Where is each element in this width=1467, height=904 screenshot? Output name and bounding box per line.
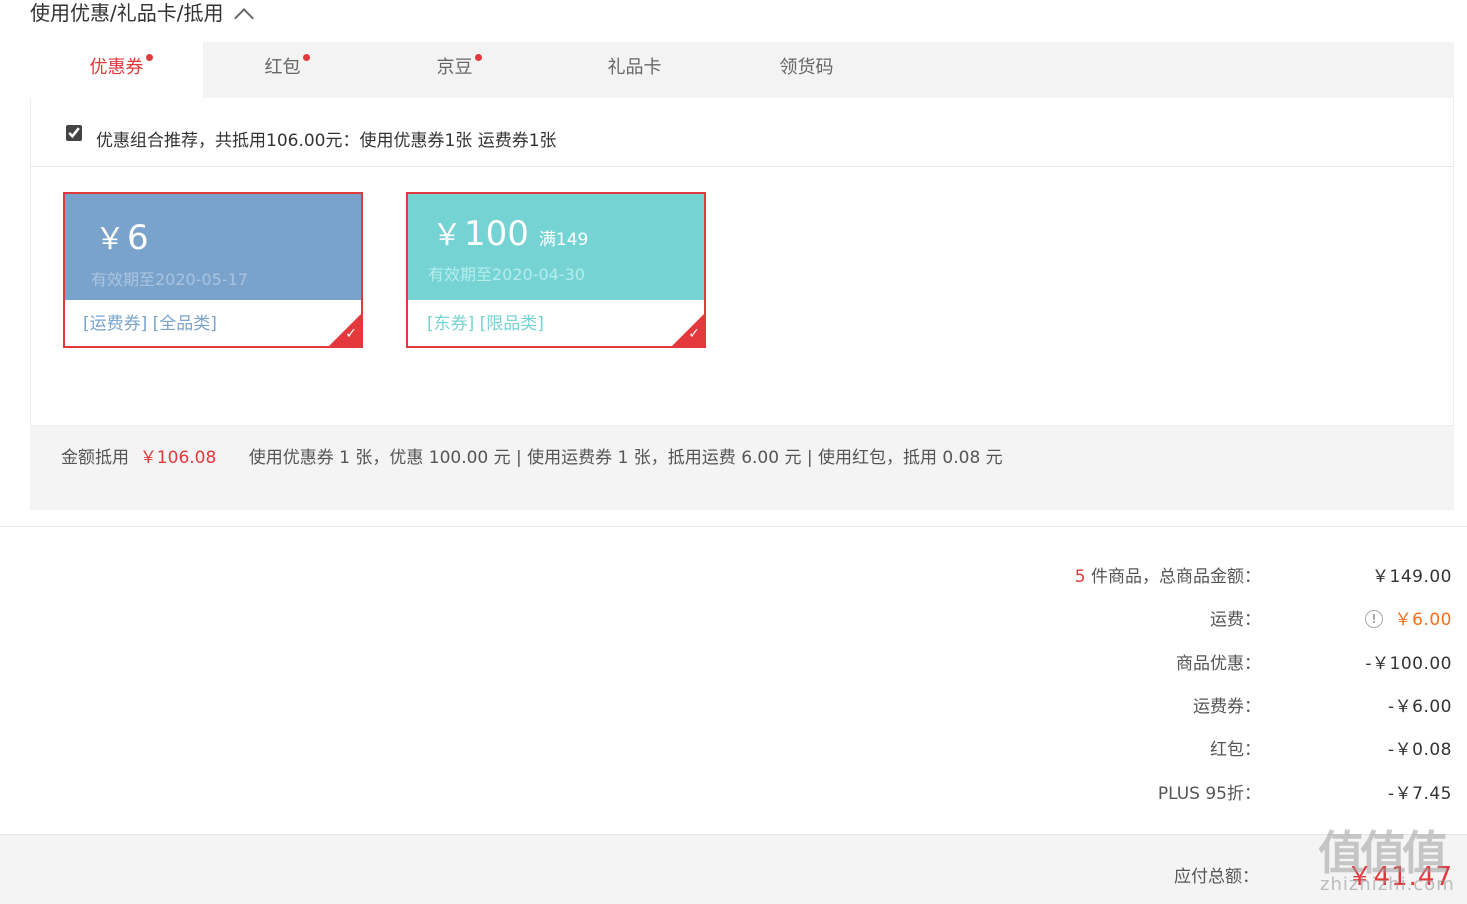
total-label: 应付总额： xyxy=(1174,867,1259,887)
coupon-amount: ￥6 xyxy=(95,218,149,258)
section-header[interactable]: 使用优惠/礼品卡/抵用 xyxy=(30,0,255,28)
price-label: 红包： xyxy=(1210,740,1261,760)
recommend-checkbox[interactable] xyxy=(66,125,82,141)
price-value: ￥6.00 xyxy=(1394,610,1452,630)
price-row-plus: PLUS 95折： -￥7.45 xyxy=(0,779,1467,809)
coupon-card-dong[interactable]: ￥100 满149 有效期至2020-04-30 [东券] [限品类] ✓ xyxy=(406,192,706,348)
info-icon[interactable]: ! xyxy=(1365,610,1383,628)
price-label: 5 件商品，总商品金额： xyxy=(1074,567,1261,587)
divider xyxy=(0,526,1467,527)
price-row-shipping: 运费： ! ￥6.00 xyxy=(0,605,1467,635)
price-value: -￥100.00 xyxy=(1365,654,1452,674)
price-label: 商品优惠： xyxy=(1176,654,1261,674)
check-icon: ✓ xyxy=(688,326,700,342)
tab-jingdou[interactable]: 京豆 xyxy=(368,42,541,98)
price-value: -￥6.00 xyxy=(1388,697,1452,717)
watermark-text: zhizhizhi.com xyxy=(1320,874,1455,895)
summary-detail: 使用优惠券 1 张，优惠 100.00 元 | 使用运费券 1 张，抵用运费 6… xyxy=(248,448,1003,468)
summary-amount: ￥106.08 xyxy=(139,448,217,468)
price-row-goods: 5 件商品，总商品金额： ￥149.00 xyxy=(0,562,1467,592)
tab-label: 领货码 xyxy=(779,57,834,78)
price-value: -￥0.08 xyxy=(1388,740,1452,760)
tab-label: 红包 xyxy=(264,57,301,78)
chevron-up-icon[interactable] xyxy=(234,8,255,28)
summary-label: 金额抵用 xyxy=(61,448,129,468)
tab-label: 优惠券 xyxy=(89,57,144,78)
coupon-expiry: 有效期至2020-04-30 xyxy=(428,265,585,284)
price-label: 运费： xyxy=(1210,610,1261,630)
notification-dot xyxy=(302,54,310,61)
discount-summary-bar xyxy=(30,426,1454,510)
tab-coupons[interactable]: 优惠券 xyxy=(30,42,203,99)
coupon-amount: ￥100 满149 xyxy=(432,214,589,254)
coupon-tags: [东券] [限品类] xyxy=(427,314,544,334)
tab-red-packet[interactable]: 红包 xyxy=(196,42,369,98)
price-row-red-packet: 红包： -￥0.08 xyxy=(0,735,1467,765)
notification-dot xyxy=(145,54,153,61)
price-row-shipping-coupon: 运费券： -￥6.00 xyxy=(0,692,1467,722)
recommend-text: 优惠组合推荐，共抵用106.00元：使用优惠券1张 运费券1张 xyxy=(96,131,557,151)
tab-gift-card[interactable]: 礼品卡 xyxy=(548,42,721,98)
tab-label: 礼品卡 xyxy=(607,57,662,78)
check-icon: ✓ xyxy=(345,326,357,342)
price-value: ￥149.00 xyxy=(1372,567,1452,587)
price-value: -￥7.45 xyxy=(1388,784,1452,804)
coupon-tab-bar: 优惠券 红包 京豆 礼品卡 领货码 xyxy=(30,42,1454,99)
section-title: 使用优惠/礼品卡/抵用 xyxy=(30,1,224,25)
coupon-tags: [运费券] [全品类] xyxy=(83,314,217,334)
discount-summary: 金额抵用 ￥106.08 使用优惠券 1 张，优惠 100.00 元 | 使用运… xyxy=(61,443,1003,468)
notification-dot xyxy=(474,54,482,61)
tab-redeem-code[interactable]: 领货码 xyxy=(720,42,893,98)
price-row-discount: 商品优惠： -￥100.00 xyxy=(0,649,1467,679)
coupon-expiry: 有效期至2020-05-17 xyxy=(91,270,248,289)
price-label: 运费券： xyxy=(1193,697,1261,717)
tab-label: 京豆 xyxy=(436,57,473,78)
price-label: PLUS 95折： xyxy=(1157,784,1261,804)
coupon-card-shipping[interactable]: ￥6 有效期至2020-05-17 [运费券] [全品类] ✓ xyxy=(63,192,363,348)
